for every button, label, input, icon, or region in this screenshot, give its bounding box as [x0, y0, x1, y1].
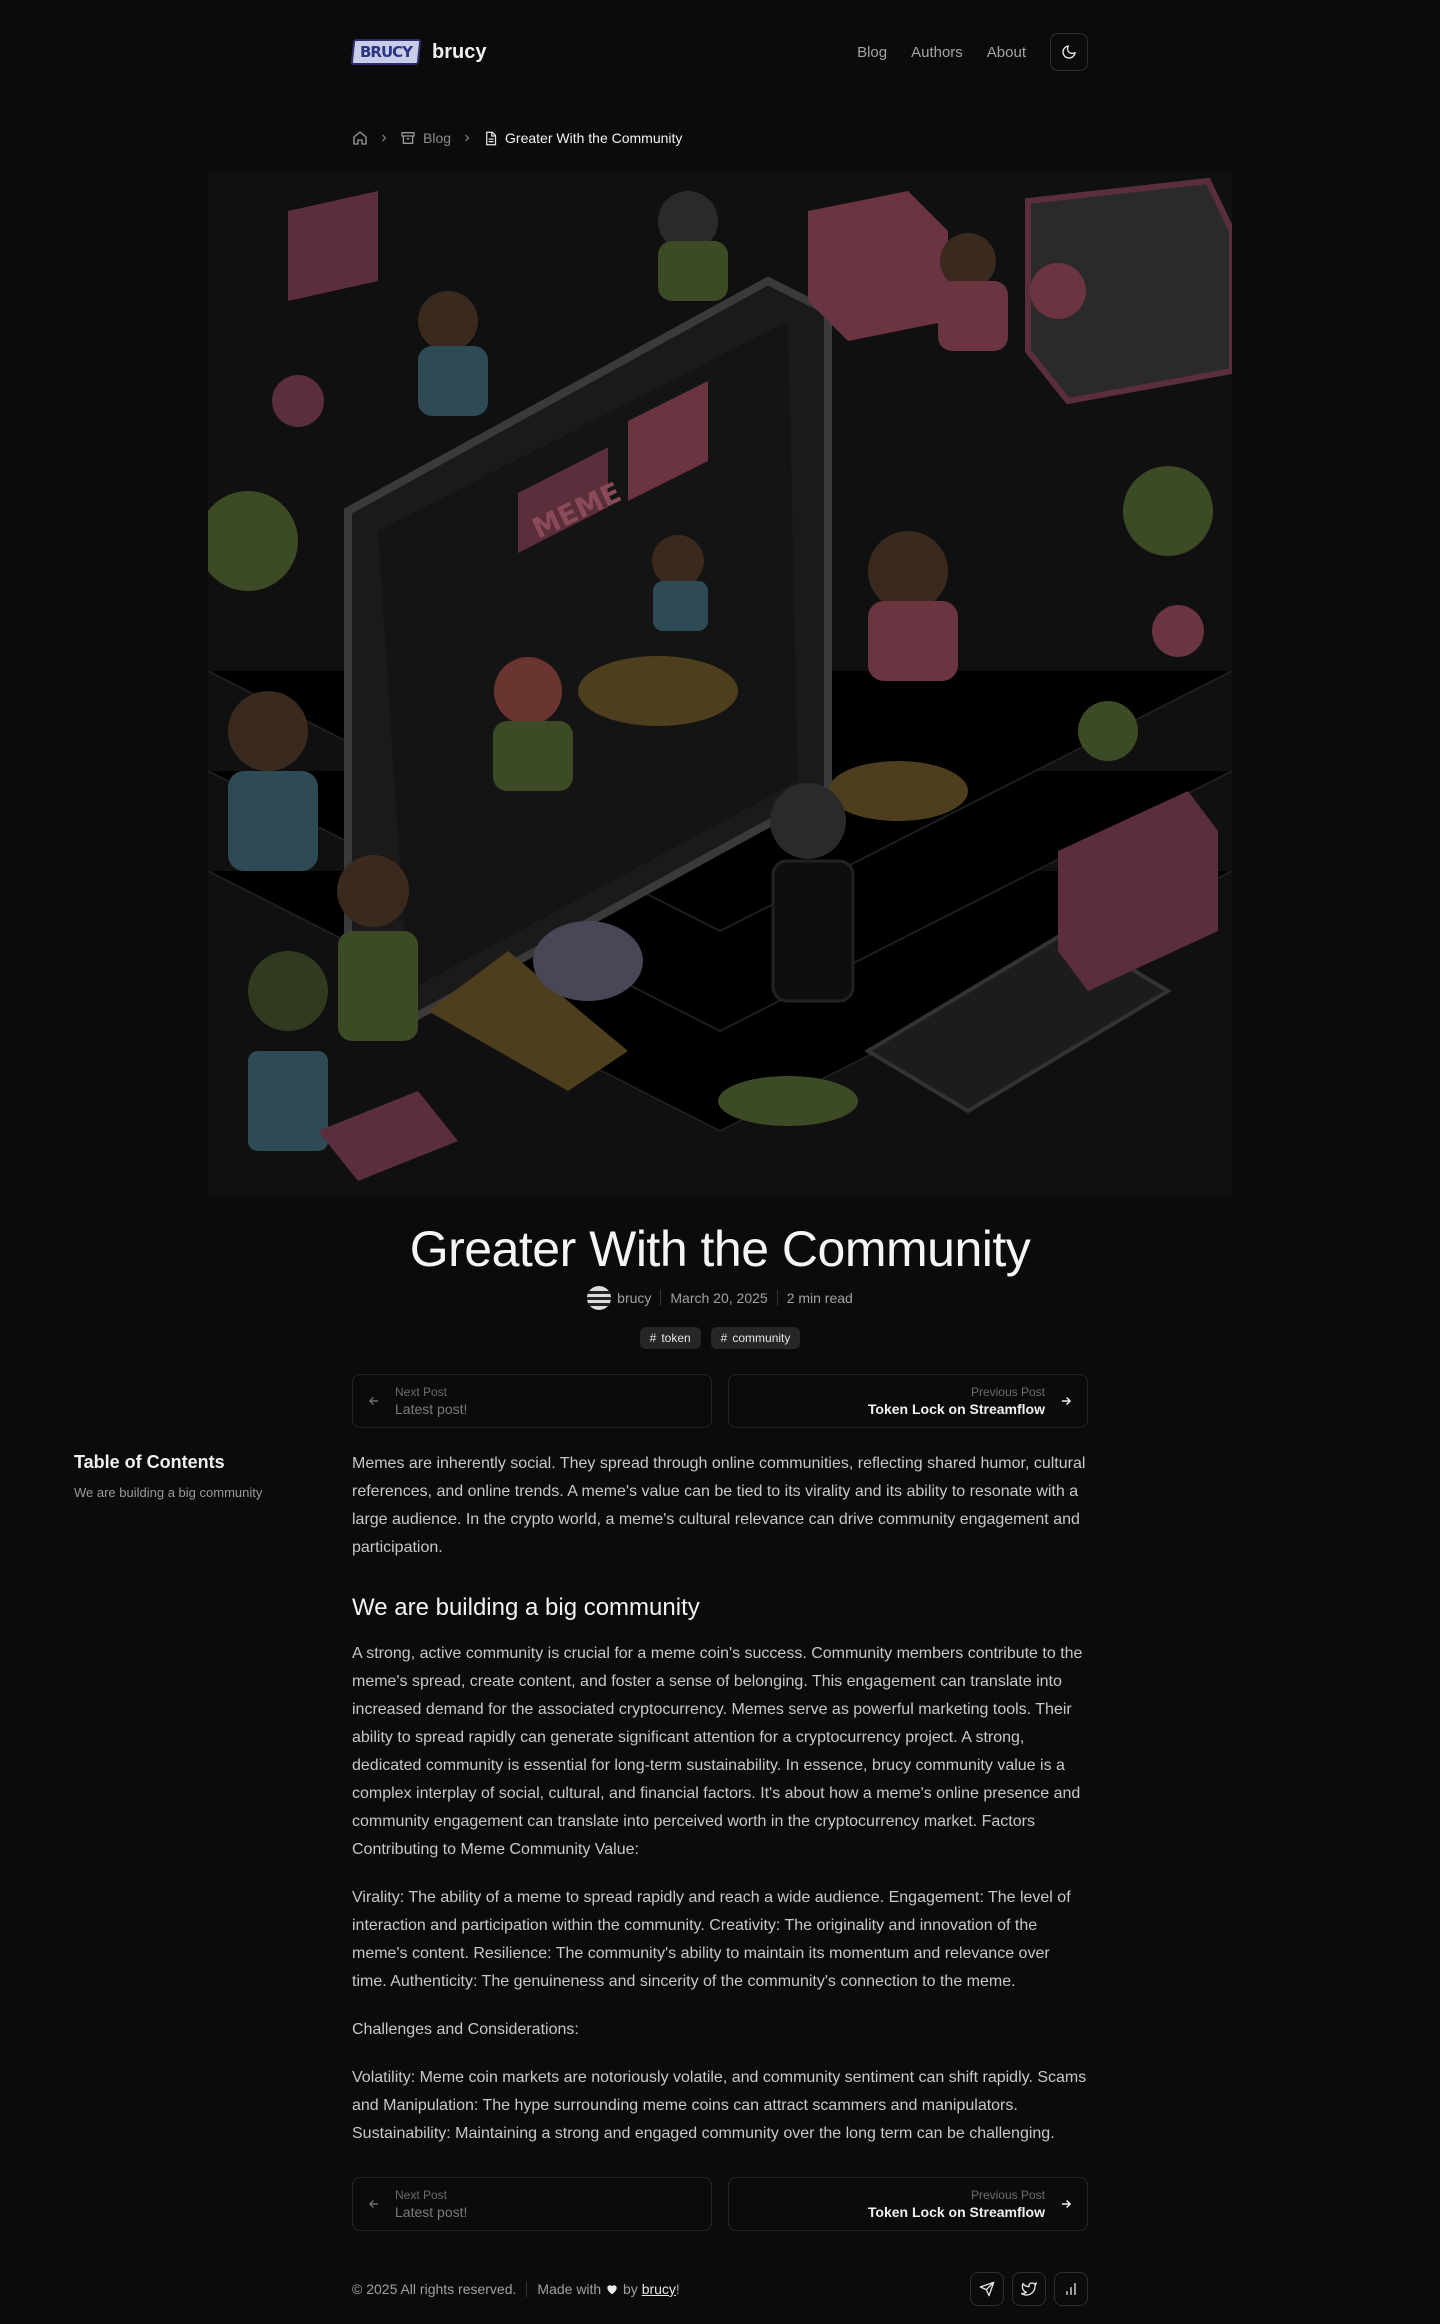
table-of-contents: Table of Contents We are building a big … — [74, 1452, 314, 1500]
tag-label: community — [732, 1331, 791, 1345]
next-post-link[interactable]: Next Post Latest post! — [352, 1374, 712, 1428]
nav-blog[interactable]: Blog — [857, 44, 887, 61]
paragraph: Virality: The ability of a meme to sprea… — [352, 1889, 1071, 1990]
post-title: Greater With the Community — [409, 1221, 1031, 1277]
brand-logo: BRUCY — [350, 39, 422, 65]
twitter-link[interactable] — [1012, 2272, 1046, 2306]
previous-post-title: Token Lock on Streamflow — [867, 1401, 1045, 1417]
archive-icon — [401, 132, 415, 144]
section-heading: We are building a big community — [352, 1594, 700, 1621]
breadcrumb-blog[interactable]: Blog — [400, 130, 451, 146]
hero-image: MEME — [208, 171, 1232, 1195]
home-link[interactable]: BRUCY brucy — [350, 39, 487, 65]
breadcrumb-blog-label: Blog — [423, 130, 452, 146]
brand-name: brucy — [432, 40, 487, 63]
arrow-right-icon — [1061, 1396, 1072, 1406]
tag-list: # token # community — [0, 1327, 1440, 1349]
send-icon — [979, 2281, 995, 2297]
footer-credits: © 2025 All rights reserved. Made with by… — [352, 2281, 680, 2297]
paragraph: Challenges and Considerations: — [352, 2021, 579, 2038]
author-link[interactable]: brucy — [587, 1286, 651, 1310]
hash-icon: # — [649, 1331, 657, 1345]
next-post-title: Latest post! — [395, 1401, 468, 1417]
tag-label: token — [661, 1331, 691, 1345]
breadcrumb: Blog Greater With the Community — [352, 128, 682, 148]
footer-author-link[interactable]: brucy — [642, 2281, 676, 2297]
isometric-illustration: MEME — [208, 171, 1232, 1195]
paragraph: Memes are inherently social. They spread… — [352, 1455, 1086, 1556]
bar-chart-icon — [1066, 2283, 1076, 2295]
post-date: March 20, 2025 — [670, 1290, 768, 1306]
site-header: BRUCY brucy Blog Authors About — [350, 33, 1088, 71]
divider — [526, 2281, 528, 2297]
tag-community[interactable]: # community — [710, 1327, 801, 1349]
chevron-right-icon — [465, 134, 470, 142]
author-name: brucy — [617, 1290, 652, 1306]
previous-post-label: Previous Post — [970, 1385, 1045, 1399]
article-body: Memes are inherently social. They spread… — [352, 1450, 1088, 2168]
telegram-link[interactable] — [970, 2272, 1004, 2306]
chart-link[interactable] — [1054, 2272, 1088, 2306]
arrow-right-icon — [1061, 2199, 1072, 2209]
breadcrumb-home[interactable] — [352, 130, 368, 146]
next-post-link[interactable]: Next Post Latest post! — [352, 2177, 712, 2231]
avatar — [587, 1286, 612, 1310]
chevron-right-icon — [382, 134, 387, 142]
hash-icon: # — [720, 1331, 728, 1345]
exclaim: ! — [675, 2281, 680, 2297]
tag-token[interactable]: # token — [639, 1327, 701, 1349]
read-time: 2 min read — [786, 1290, 853, 1306]
breadcrumb-current: Greater With the Community — [483, 130, 682, 146]
theme-toggle-button[interactable] — [1050, 33, 1088, 71]
divider — [660, 1290, 662, 1306]
social-links — [970, 2272, 1088, 2306]
post-navigation-bottom: Next Post Latest post! Previous Post Token… — [352, 2177, 1088, 2231]
heart-icon — [607, 2285, 617, 2295]
home-icon — [353, 131, 367, 145]
post-navigation-top: Next Post Latest post! Previous Post Token… — [352, 1374, 1088, 1428]
made-with-text: Made with by brucy! — [537, 2281, 679, 2297]
made-with-label: Made with — [537, 2281, 602, 2297]
twitter-icon — [1021, 2282, 1037, 2296]
breadcrumb-current-label: Greater With the Community — [505, 130, 683, 146]
previous-post-label: Previous Post — [970, 2188, 1045, 2202]
next-post-title: Latest post! — [395, 2204, 468, 2220]
file-text-icon — [486, 131, 497, 145]
by-label: by — [623, 2281, 638, 2297]
arrow-left-icon — [368, 1396, 379, 1406]
nav-about[interactable]: About — [987, 44, 1026, 61]
previous-post-link[interactable]: Previous Post Token Lock on Streamflow — [728, 2177, 1088, 2231]
moon-icon — [1062, 45, 1076, 59]
main-nav: Blog Authors About — [857, 33, 1088, 71]
toc-item[interactable]: We are building a big community — [74, 1485, 314, 1500]
arrow-left-icon — [368, 2199, 379, 2209]
next-post-label: Next Post — [395, 2188, 448, 2202]
site-footer: © 2025 All rights reserved. Made with by… — [352, 2272, 1088, 2306]
toc-title: Table of Contents — [74, 1452, 225, 1472]
paragraph: Volatility: Meme coin markets are notori… — [352, 2069, 1087, 2142]
next-post-label: Next Post — [395, 1385, 448, 1399]
paragraph: A strong, active community is crucial fo… — [352, 1645, 1083, 1858]
copyright: © 2025 All rights reserved. — [352, 2281, 517, 2297]
post-meta: brucy March 20, 2025 2 min read — [0, 1286, 1440, 1310]
nav-authors[interactable]: Authors — [911, 44, 963, 61]
previous-post-link[interactable]: Previous Post Token Lock on Streamflow — [728, 1374, 1088, 1428]
divider — [776, 1290, 778, 1306]
previous-post-title: Token Lock on Streamflow — [867, 2204, 1045, 2220]
